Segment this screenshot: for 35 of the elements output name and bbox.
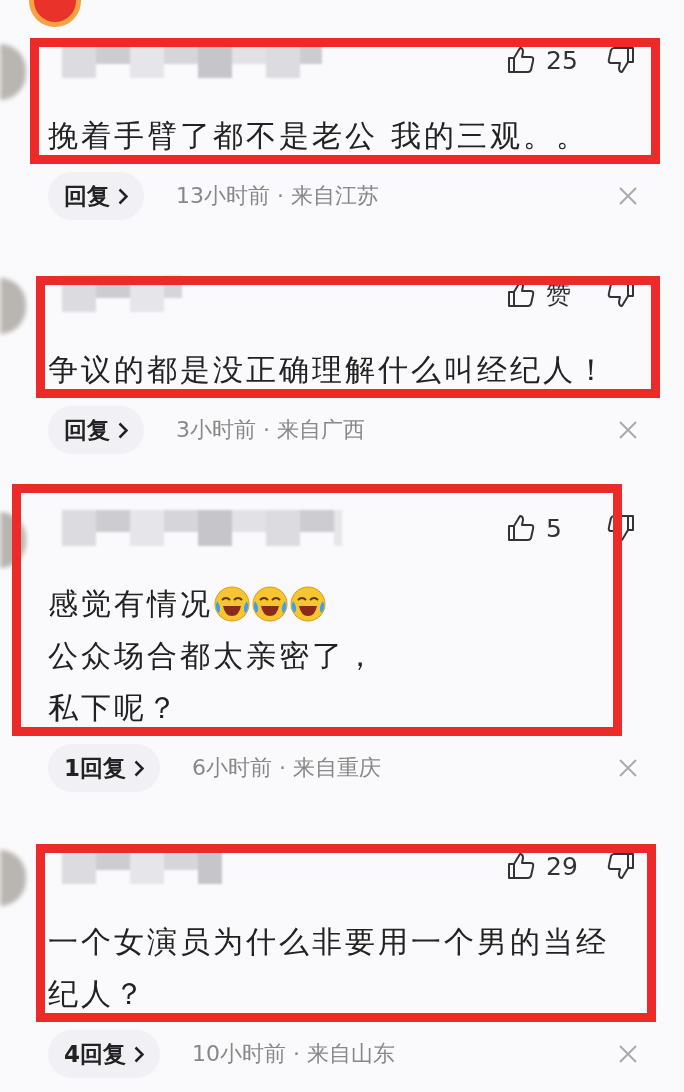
laughing-crying-emoji-icon [289, 585, 327, 623]
close-icon[interactable] [618, 420, 638, 440]
laughing-crying-emoji-icon [213, 585, 251, 623]
chevron-right-icon [118, 187, 128, 205]
close-icon[interactable] [618, 186, 638, 206]
comment-text: 一个女演员为什么非要用一个男的当经 [48, 923, 609, 961]
laughing-crying-emoji-icon [251, 585, 289, 623]
replies-button[interactable]: 4回复 [48, 1030, 160, 1078]
chevron-right-icon [134, 759, 144, 777]
thumbs-down-icon[interactable] [606, 851, 636, 881]
comment-text: 私下呢？ [48, 689, 180, 727]
thumbs-up-icon[interactable] [506, 513, 536, 543]
thumbs-down-icon[interactable] [606, 513, 636, 543]
replies-button[interactable]: 1回复 [48, 744, 160, 792]
replies-button[interactable]: 回复 [48, 406, 144, 454]
comment-meta: 10小时前 · 来自山东 [192, 1040, 396, 1068]
comment-text: 纪人？ [48, 975, 147, 1013]
comment-text: 挽着手臂了都不是老公 我的三观。。 [48, 117, 589, 155]
like-count: 5 [546, 513, 563, 543]
chevron-right-icon [134, 1045, 144, 1063]
comment-text: 争议的都是没正确理解什么叫经纪人！ [48, 351, 609, 389]
thumbs-up-icon[interactable] [506, 851, 536, 881]
comment-meta: 3小时前 · 来自广西 [176, 416, 366, 444]
comment-text: 感觉有情况 [48, 585, 213, 623]
thumbs-up-icon[interactable] [506, 45, 536, 75]
like-count: 29 [546, 851, 579, 881]
like-count: 25 [546, 45, 579, 75]
comment-text: 公众场合都太亲密了， [48, 637, 378, 675]
replies-button[interactable]: 回复 [48, 172, 144, 220]
comment-meta: 13小时前 · 来自江苏 [176, 182, 380, 210]
comment-meta: 6小时前 · 来自重庆 [192, 754, 382, 782]
close-icon[interactable] [618, 758, 638, 778]
close-icon[interactable] [618, 1044, 638, 1064]
thumbs-down-icon[interactable] [606, 45, 636, 75]
chevron-right-icon [118, 421, 128, 439]
